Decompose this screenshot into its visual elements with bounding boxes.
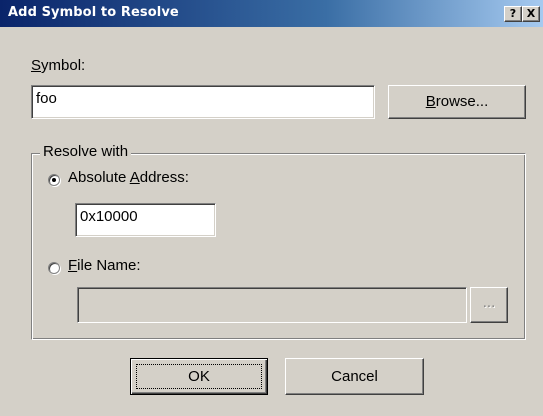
close-button[interactable]: X [522, 6, 540, 22]
file-name-label[interactable]: File Name: [68, 257, 141, 274]
browse-button[interactable]: Browse... [388, 85, 526, 119]
radio-selected-dot [52, 178, 56, 182]
symbol-input-value: foo [36, 90, 57, 107]
title-bar[interactable]: Add Symbol to Resolve ? X [0, 0, 543, 27]
browse-button-label: Browse... [425, 93, 489, 110]
absolute-address-value: 0x10000 [80, 208, 138, 225]
symbol-label: Symbol: [31, 57, 86, 74]
symbol-input[interactable]: foo [31, 85, 375, 119]
cancel-button[interactable]: Cancel [285, 358, 424, 395]
file-name-radio[interactable] [48, 262, 60, 274]
add-symbol-dialog: Add Symbol to Resolve ? X Symbol: foo Br… [0, 0, 543, 416]
resolve-with-legend: Resolve with [40, 143, 132, 160]
absolute-address-input[interactable]: 0x10000 [75, 203, 216, 237]
file-name-input[interactable] [77, 287, 467, 323]
file-browse-button[interactable]: ... [470, 287, 508, 323]
absolute-address-radio[interactable] [48, 174, 60, 186]
close-icon: X [526, 7, 536, 20]
cancel-button-label: Cancel [331, 368, 378, 385]
ellipsis-icon: ... [482, 294, 496, 311]
help-icon: ? [509, 7, 517, 20]
window-title: Add Symbol to Resolve [8, 5, 179, 20]
focus-rectangle [136, 364, 262, 389]
help-button[interactable]: ? [504, 6, 522, 22]
ok-button[interactable]: OK [130, 358, 268, 395]
absolute-address-label[interactable]: Absolute Address: [68, 169, 189, 186]
